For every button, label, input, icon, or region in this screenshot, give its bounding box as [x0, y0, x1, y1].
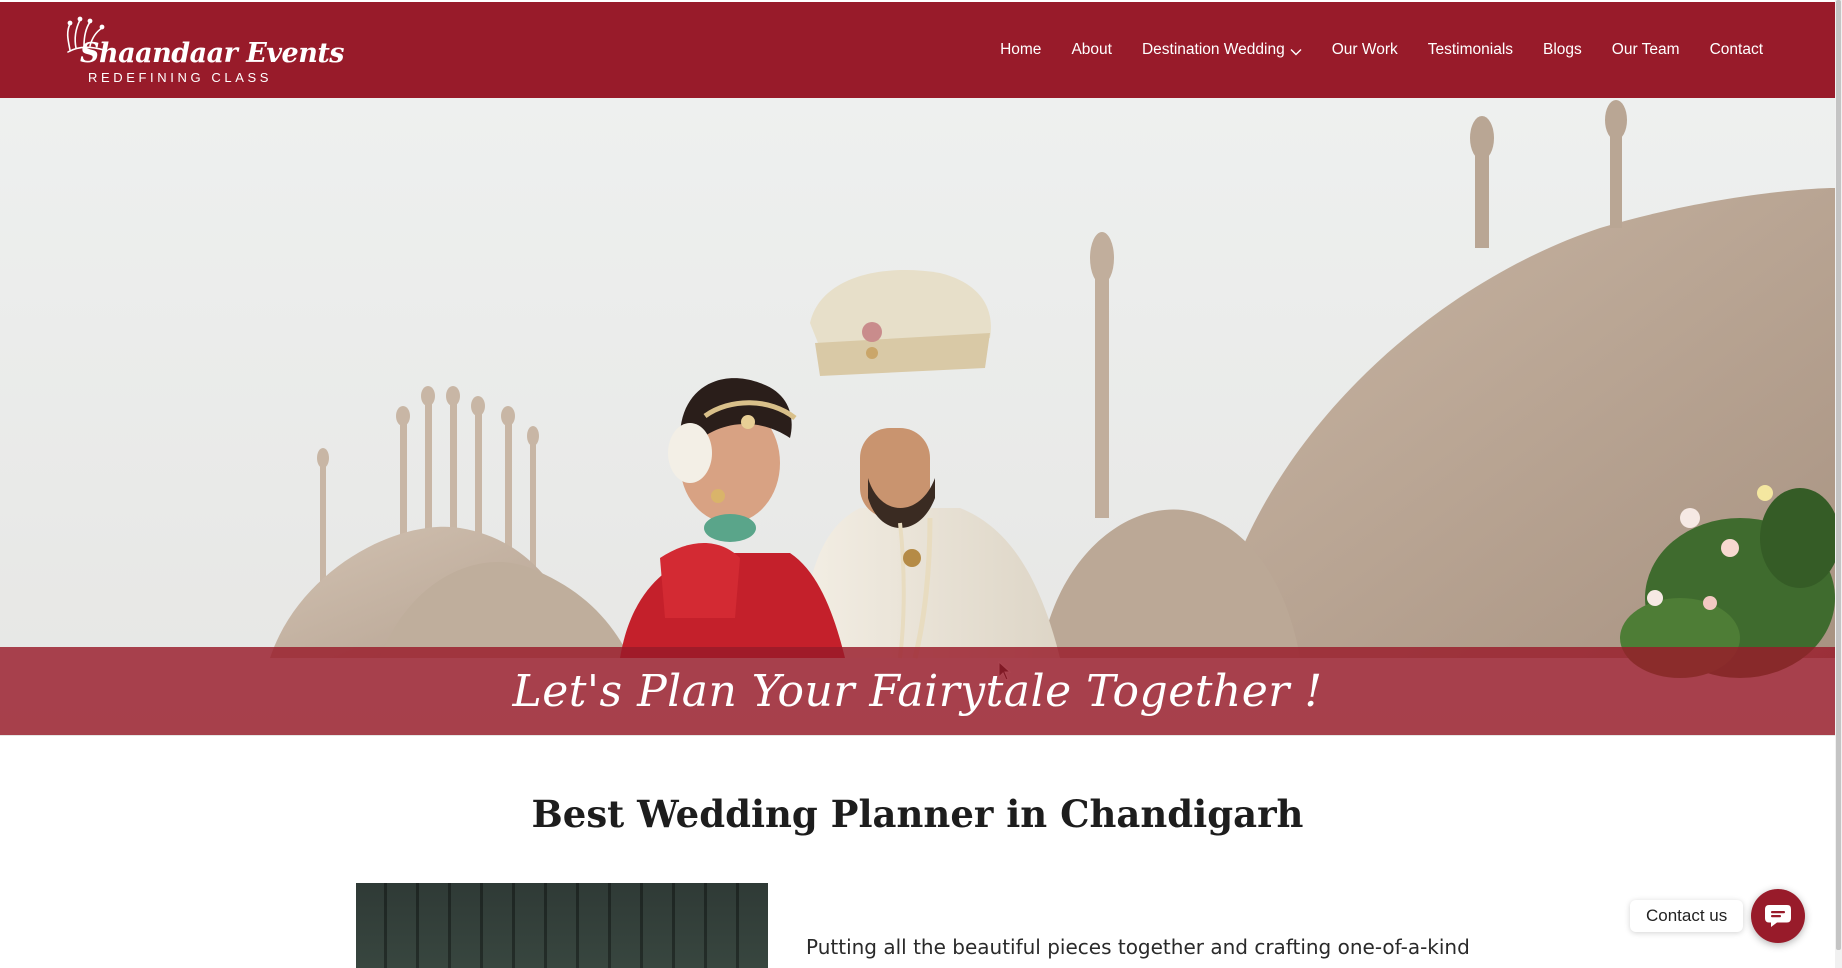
nav-item-label: Blogs	[1543, 41, 1582, 58]
content-photo	[356, 883, 768, 968]
hero-section: Let's Plan Your Fairytale Together !	[0, 98, 1835, 736]
section-heading: Best Wedding Planner in Chandigarh	[531, 792, 1304, 836]
nav-item-home[interactable]: Home	[985, 41, 1056, 59]
nav-item-label: Contact	[1709, 41, 1763, 58]
website-page: Shaandaar Events REDEFINING CLASS Home A…	[0, 0, 1835, 968]
main-navigation: Home About Destination Wedding Our Work …	[985, 2, 1778, 98]
hero-tagline: Let's Plan Your Fairytale Together !	[512, 665, 1323, 717]
hero-banner: Let's Plan Your Fairytale Together !	[0, 647, 1835, 735]
chevron-down-icon	[1290, 48, 1302, 55]
nav-item-our-team[interactable]: Our Team	[1597, 41, 1695, 59]
scrollbar-thumb[interactable]	[1836, 0, 1841, 950]
contact-us-label[interactable]: Contact us	[1630, 900, 1744, 932]
nav-item-label: Our Team	[1611, 41, 1680, 58]
nav-item-label: Destination Wedding	[1141, 41, 1285, 58]
nav-item-testimonials[interactable]: Testimonials	[1413, 41, 1528, 59]
nav-item-destination-wedding[interactable]: Destination Wedding	[1127, 41, 1317, 59]
brand-name: Shaandaar Events	[80, 38, 345, 69]
chat-bubble-icon	[1765, 905, 1791, 927]
brand-logo[interactable]: Shaandaar Events REDEFINING CLASS	[64, 16, 345, 86]
brand-tagline: REDEFINING CLASS	[88, 70, 273, 85]
nav-item-about[interactable]: About	[1056, 41, 1127, 59]
vertical-scrollbar[interactable]	[1835, 0, 1842, 968]
nav-item-label: About	[1071, 41, 1112, 58]
nav-item-blogs[interactable]: Blogs	[1528, 41, 1597, 59]
nav-item-label: Our Work	[1331, 41, 1398, 58]
nav-item-label: Home	[1000, 41, 1042, 58]
site-header: Shaandaar Events REDEFINING CLASS Home A…	[0, 2, 1835, 98]
nav-item-contact[interactable]: Contact	[1695, 41, 1778, 59]
hero-photo	[0, 98, 1835, 736]
nav-item-label: Testimonials	[1427, 41, 1514, 58]
nav-item-our-work[interactable]: Our Work	[1317, 41, 1413, 59]
contact-chat-button[interactable]	[1751, 889, 1805, 943]
intro-paragraph: Putting all the beautiful pieces togethe…	[806, 935, 1470, 959]
